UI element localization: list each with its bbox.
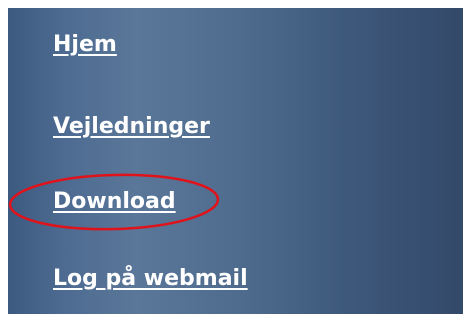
nav-link-log-pa-webmail[interactable]: Log på webmail (53, 266, 248, 292)
nav-link-vejledninger[interactable]: Vejledninger (53, 114, 210, 140)
nav-link-download[interactable]: Download (53, 189, 176, 215)
sidebar-nav: Hjem Vejledninger Download Log på webmai… (8, 8, 463, 314)
nav-link-hjem[interactable]: Hjem (53, 32, 117, 58)
